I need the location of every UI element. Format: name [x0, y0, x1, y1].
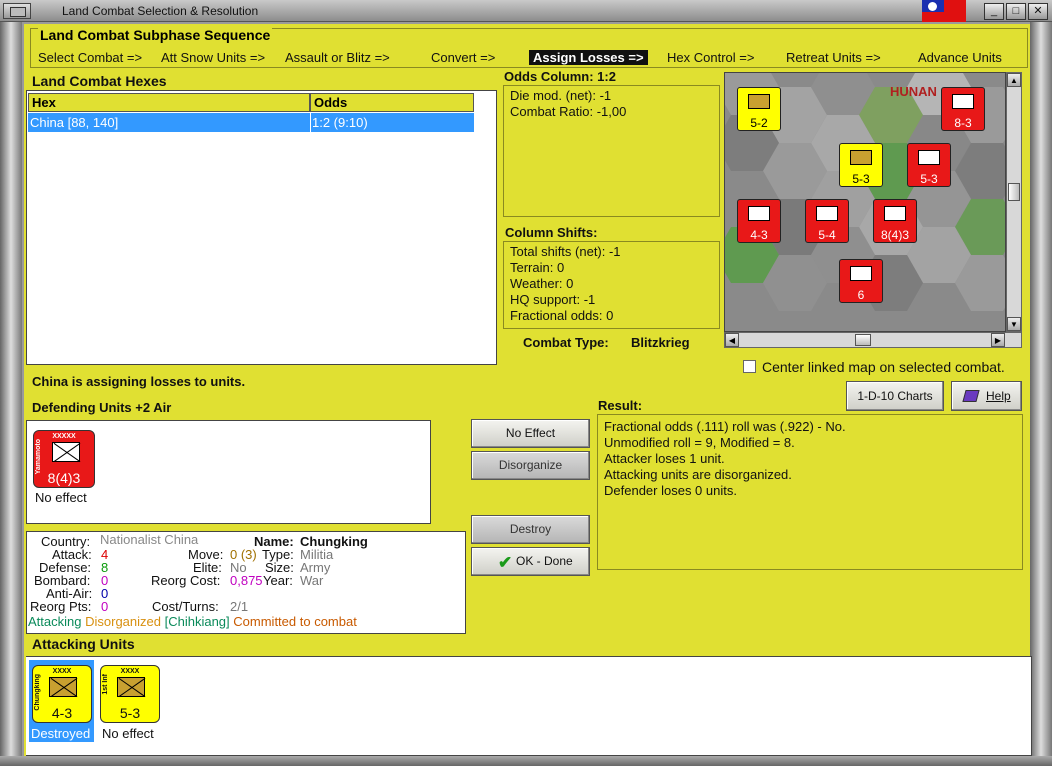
reorg-pts-value: 0 [101, 599, 109, 614]
scroll-up-icon[interactable]: ▲ [1007, 73, 1021, 87]
defending-units-title: Defending Units +2 Air [32, 400, 172, 415]
attacking-units-panel [26, 656, 1032, 756]
country-value: Nationalist China [100, 532, 199, 547]
game-window: Land Combat Selection & Resolution _ □ ✕… [0, 0, 1052, 766]
combat-hexes-title: Land Combat Hexes [32, 73, 167, 89]
year-value: War [300, 573, 324, 588]
window-title: Land Combat Selection & Resolution [62, 4, 259, 18]
seq-step-advance: Advance Units [918, 50, 1002, 65]
center-map-label: Center linked map on selected combat. [762, 359, 1005, 375]
status-text: China is assigning losses to units. [32, 374, 246, 389]
result-line: Unmodified roll = 9, Modified = 8. [604, 435, 795, 450]
shift-total: Total shifts (net): -1 [510, 244, 621, 259]
flag-attacking: Attacking [28, 614, 82, 629]
column-header-hex[interactable]: Hex [28, 93, 310, 112]
flag-committed: Committed to combat [233, 614, 357, 629]
reorg-pts-label: Reorg Pts: [30, 599, 92, 614]
result-line: Fractional odds (.111) roll was (.922) -… [604, 419, 846, 434]
column-header-odds[interactable]: Odds [310, 93, 474, 112]
checkmark-icon: ✔ [498, 553, 513, 572]
scroll-down-icon[interactable]: ▼ [1007, 317, 1021, 331]
charts-button[interactable]: 1-D-10 Charts [846, 381, 944, 411]
seq-step-retreat: Retreat Units => [786, 50, 881, 65]
row-hex-cell: China [88, 140] [30, 115, 119, 130]
seq-step-select-combat: Select Combat => [38, 50, 143, 65]
system-menu-button[interactable] [3, 3, 31, 19]
hscroll-thumb[interactable] [855, 334, 871, 346]
attacking-unit-counter[interactable]: XXXX 1st Inf 5-3 [100, 665, 160, 723]
combat-ratio-text: Combat Ratio: -1,00 [510, 104, 627, 119]
map-unit[interactable]: 5-3 [839, 143, 883, 187]
province-label: HUNAN [890, 84, 937, 99]
result-line: Attacker loses 1 unit. [604, 451, 725, 466]
map-unit[interactable]: 8-3 [941, 87, 985, 131]
attacking-unit-counter[interactable]: XXXX Chungking 4-3 [32, 665, 92, 723]
militia-icon [49, 677, 77, 697]
seq-step-att-snow: Att Snow Units => [161, 50, 266, 65]
attacking-unit-status: No effect [102, 726, 154, 741]
scroll-left-icon[interactable]: ◀ [725, 333, 739, 347]
map-unit[interactable]: 8(4)3 [873, 199, 917, 243]
map-unit[interactable]: 5-3 [907, 143, 951, 187]
map-unit[interactable]: 6 [839, 259, 883, 303]
defending-unit-counter[interactable]: XXXXX Yamamoto 8(4)3 [33, 430, 95, 488]
combat-type-value: Blitzkrieg [631, 335, 690, 350]
disorganize-button[interactable]: Disorganize [471, 451, 590, 480]
year-label: Year: [263, 573, 293, 588]
attacking-unit-status: Destroyed [31, 726, 91, 741]
right-frame [1030, 22, 1052, 766]
scroll-right-icon[interactable]: ▶ [991, 333, 1005, 347]
unit-flags: Attacking Disorganized [Chihkiang] Commi… [28, 614, 357, 629]
maximize-button[interactable]: □ [1006, 3, 1026, 20]
result-line: Attacking units are disorganized. [604, 467, 792, 482]
book-icon [962, 390, 980, 402]
center-map-checkbox[interactable] [743, 360, 756, 373]
reorg-cost-label: Reorg Cost: [151, 573, 221, 588]
minimize-button[interactable]: _ [984, 3, 1004, 20]
seq-step-assault-blitz: Assault or Blitz => [285, 50, 390, 65]
map-unit[interactable]: 5-4 [805, 199, 849, 243]
map-horizontal-scrollbar[interactable]: ◀ ▶ [724, 332, 1022, 348]
shift-terrain: Terrain: 0 [510, 260, 565, 275]
cost-turns-value: 2/1 [230, 599, 249, 614]
map-vertical-scrollbar[interactable]: ▲ ▼ [1006, 72, 1022, 332]
china-flag-icon [922, 0, 966, 22]
seq-step-convert: Convert => [431, 50, 496, 65]
column-shifts-title: Column Shifts: [505, 225, 598, 240]
mini-map[interactable]: HUNAN 5-2 8-3 5-3 5-3 4-3 5-4 8(4)3 6 [724, 72, 1006, 332]
subphase-sequence-title: Land Combat Subphase Sequence [38, 27, 273, 43]
combat-type-label: Combat Type: [523, 335, 609, 350]
reorg-cost-value: 0,875 [230, 573, 263, 588]
infantry-icon [52, 442, 80, 462]
ok-done-button[interactable]: ✔ OK - Done [471, 547, 590, 576]
attacking-units-title: Attacking Units [32, 636, 135, 652]
table-row[interactable]: China [88, 140] 1:2 (9:10) [28, 113, 474, 132]
result-line: Defender loses 0 units. [604, 483, 737, 498]
flag-hq: [Chihkiang] [164, 614, 230, 629]
defending-unit-status: No effect [35, 490, 87, 505]
map-unit[interactable]: 5-2 [737, 87, 781, 131]
no-effect-button[interactable]: No Effect [471, 419, 590, 448]
shift-fractional: Fractional odds: 0 [510, 308, 614, 323]
seq-step-hex-control: Hex Control => [667, 50, 755, 65]
title-bar: Land Combat Selection & Resolution _ □ ✕ [0, 0, 1052, 22]
bottom-frame [0, 756, 1052, 766]
vscroll-thumb[interactable] [1008, 183, 1020, 201]
destroy-button[interactable]: Destroy [471, 515, 590, 544]
flag-disorganized: Disorganized [85, 614, 161, 629]
infantry-icon [117, 677, 145, 697]
left-frame [0, 22, 22, 766]
seq-step-assign-losses: Assign Losses => [529, 50, 648, 65]
cost-turns-label: Cost/Turns: [152, 599, 219, 614]
row-odds-cell: 1:2 (9:10) [312, 115, 368, 130]
result-title: Result: [598, 398, 643, 413]
shift-weather: Weather: 0 [510, 276, 574, 291]
odds-column-title: Odds Column: 1:2 [504, 69, 616, 84]
shift-hq: HQ support: -1 [510, 292, 596, 307]
help-button[interactable]: Help [951, 381, 1022, 411]
close-button[interactable]: ✕ [1028, 3, 1048, 20]
map-unit[interactable]: 4-3 [737, 199, 781, 243]
die-mod-text: Die mod. (net): -1 [510, 88, 612, 103]
